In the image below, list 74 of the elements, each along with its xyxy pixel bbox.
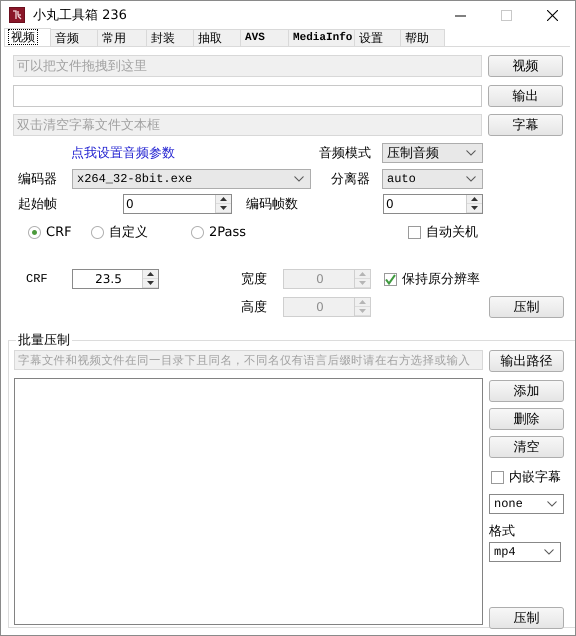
number-field[interactable]: 0 <box>123 194 232 214</box>
triangle-down-icon <box>359 281 366 285</box>
checkbox-label: 自动关机 <box>426 224 478 241</box>
spin-down-button[interactable] <box>216 204 231 213</box>
number-field[interactable]: 23.5 <box>72 269 159 289</box>
radio-button[interactable] <box>28 226 41 238</box>
app-icon <box>9 7 25 23</box>
spin-up-button[interactable] <box>143 270 158 279</box>
tab[interactable]: 设置 <box>354 29 401 46</box>
audio-settings-link[interactable]: 点我设置音频参数 <box>71 144 319 162</box>
tab[interactable]: 帮助 <box>400 29 445 46</box>
triangle-up-icon <box>359 272 366 276</box>
radio-label: CRF <box>46 224 72 240</box>
list-button[interactable]: 添加 <box>489 380 564 402</box>
tab[interactable]: 音频 <box>50 29 98 46</box>
triangle-up-icon <box>471 197 478 201</box>
field-label: CRF <box>26 272 49 286</box>
dropdown[interactable]: none <box>489 494 564 514</box>
chevron-down-icon <box>547 501 557 507</box>
chevron-down-icon <box>294 176 304 182</box>
spin-down-button[interactable] <box>143 279 158 288</box>
radio-label: 自定义 <box>109 224 148 241</box>
chevron-down-icon <box>544 549 554 555</box>
checkbox[interactable] <box>408 226 421 238</box>
chevron-down-icon <box>466 176 476 182</box>
text-field[interactable] <box>13 85 482 107</box>
check-mark-icon <box>385 274 396 284</box>
dropdown[interactable]: mp4 <box>489 542 561 562</box>
spin-down-button[interactable] <box>467 204 482 213</box>
output-path-button[interactable]: 输出路径 <box>489 350 564 372</box>
tab[interactable]: 常用 <box>97 29 147 46</box>
close-icon <box>546 10 558 20</box>
triangle-down-icon <box>147 281 154 285</box>
checkbox[interactable] <box>384 272 397 286</box>
chevron-down-icon <box>466 150 476 156</box>
dropdown[interactable]: auto <box>382 169 483 189</box>
field-label: 格式 <box>489 523 516 540</box>
triangle-up-icon <box>359 300 366 304</box>
list-button[interactable]: 清空 <box>489 436 564 458</box>
dropdown[interactable]: x264_32-8bit.exe <box>72 169 311 189</box>
tab[interactable]: 抽取 <box>193 29 241 46</box>
field-label: 编码帧数 <box>246 196 299 213</box>
spin-up-button[interactable] <box>467 195 482 204</box>
encode-button[interactable]: 压制 <box>489 296 564 318</box>
radio-button[interactable] <box>91 226 104 238</box>
radio-button[interactable] <box>191 226 204 238</box>
triangle-down-icon <box>471 206 478 210</box>
field-label: 音频模式 <box>319 145 372 162</box>
radio-label: 2Pass <box>209 224 246 240</box>
checkbox[interactable] <box>491 470 504 484</box>
checkbox-label: 保持原分辨率 <box>402 271 480 288</box>
field-label: 编码器 <box>18 171 58 188</box>
triangle-up-icon <box>147 272 154 276</box>
tab[interactable]: MediaInfo <box>288 29 355 46</box>
spin-up-button[interactable] <box>216 195 231 204</box>
checkbox-label: 内嵌字幕 <box>509 469 561 486</box>
field-label: 分离器 <box>331 171 371 188</box>
group-title: 批量压制 <box>17 332 71 349</box>
tab[interactable]: 封装 <box>146 29 194 46</box>
tab[interactable]: 视频 <box>4 28 51 46</box>
encode-button[interactable]: 压制 <box>489 607 564 629</box>
file-button[interactable]: 输出 <box>488 85 563 107</box>
triangle-up-icon <box>220 197 227 201</box>
window-title: 小丸工具箱 236 <box>33 7 127 24</box>
list-button[interactable]: 删除 <box>489 408 564 430</box>
triangle-down-icon <box>359 309 366 313</box>
field-label: 起始帧 <box>18 196 58 213</box>
field-label: 宽度 <box>241 271 268 288</box>
tab[interactable]: AVS <box>240 29 289 46</box>
number-field[interactable]: 0 <box>383 194 483 214</box>
triangle-down-icon <box>220 206 227 210</box>
field-label: 高度 <box>241 299 268 316</box>
maximize-icon <box>500 10 512 20</box>
dropdown[interactable]: 压制音频 <box>382 143 483 163</box>
